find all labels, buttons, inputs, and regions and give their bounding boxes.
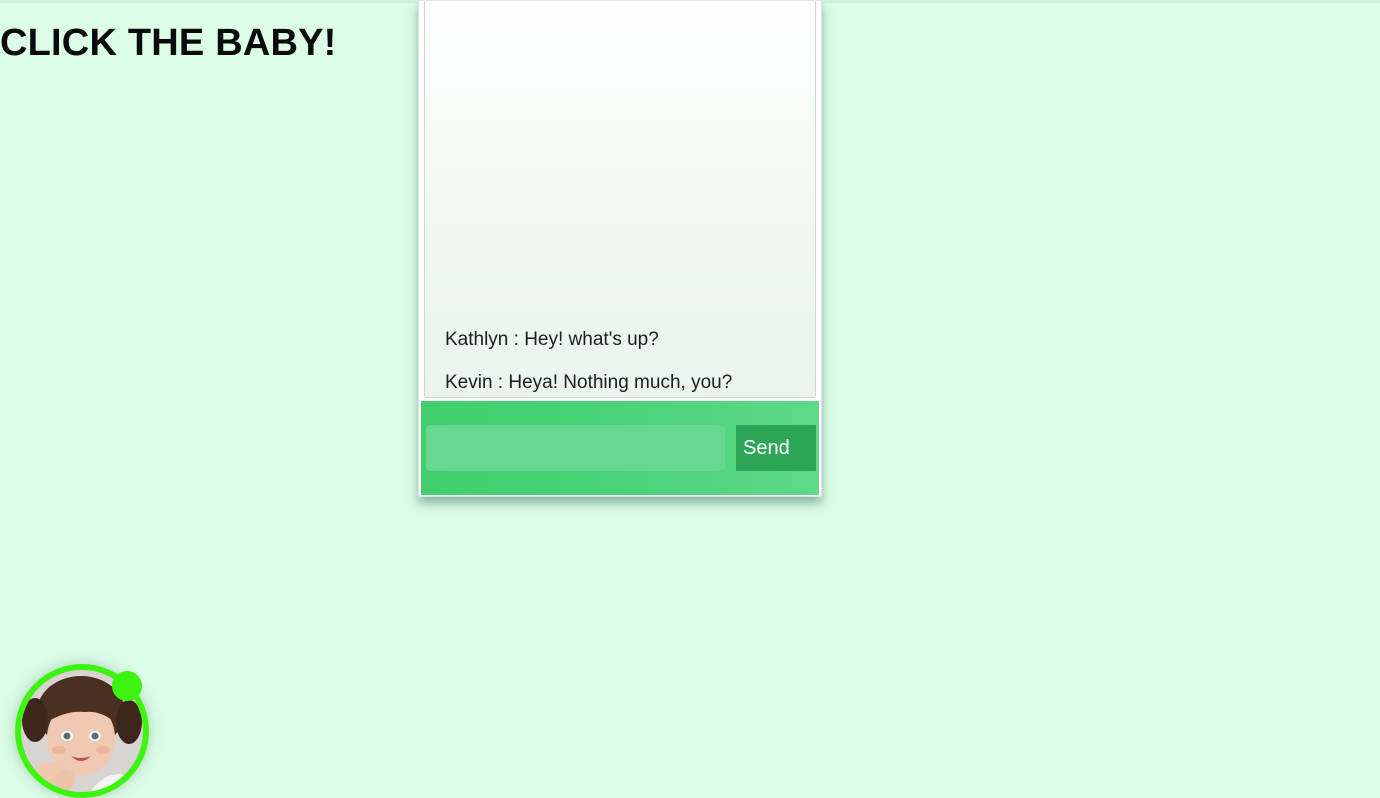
input-bar: Send [421, 401, 819, 495]
send-button[interactable]: Send [736, 425, 816, 471]
message-list[interactable]: Kathlyn : Hey! what's up? Kevin : Heya! … [424, 1, 816, 398]
page-title: CLICK THE BABY! [0, 22, 337, 64]
chat-window: Kathlyn : Hey! what's up? Kevin : Heya! … [418, 0, 822, 497]
chat-message: Kevin : Heya! Nothing much, you? [445, 372, 733, 393]
online-status-dot [112, 671, 142, 701]
messages-container: Kathlyn : Hey! what's up? Kevin : Heya! … [445, 328, 805, 394]
message-input[interactable] [426, 425, 725, 471]
chat-message: Kathlyn : Hey! what's up? [445, 329, 659, 350]
